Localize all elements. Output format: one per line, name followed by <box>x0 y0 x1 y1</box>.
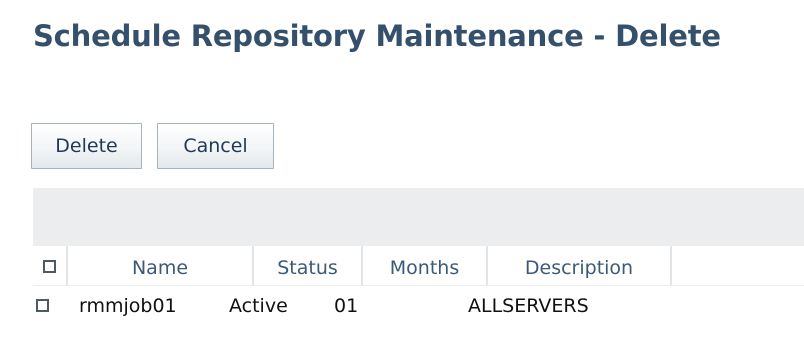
cancel-button[interactable]: Cancel <box>157 123 274 169</box>
column-header-filler <box>672 246 804 285</box>
table-row[interactable]: rmmjob01 Active 01 ALLSERVERS <box>33 286 804 328</box>
column-header-description[interactable]: Description <box>488 246 672 285</box>
column-header-name[interactable]: Name <box>68 246 254 285</box>
column-header-months[interactable]: Months <box>363 246 488 285</box>
table-header: Name Status Months Description <box>33 246 804 286</box>
cell-status: Active <box>229 295 288 317</box>
header-select-all-cell <box>33 246 68 285</box>
cell-months: 01 <box>334 295 359 317</box>
page-title: Schedule Repository Maintenance - Delete <box>33 19 721 53</box>
column-header-status[interactable]: Status <box>254 246 363 285</box>
row-checkbox[interactable] <box>36 298 49 312</box>
select-all-checkbox[interactable] <box>43 260 56 273</box>
grid-toolbar-band <box>33 188 804 246</box>
row-select-cell <box>36 286 49 328</box>
cell-name: rmmjob01 <box>79 295 177 317</box>
page: Schedule Repository Maintenance - Delete… <box>0 0 804 348</box>
cell-description: ALLSERVERS <box>468 295 589 317</box>
delete-button[interactable]: Delete <box>31 123 142 169</box>
